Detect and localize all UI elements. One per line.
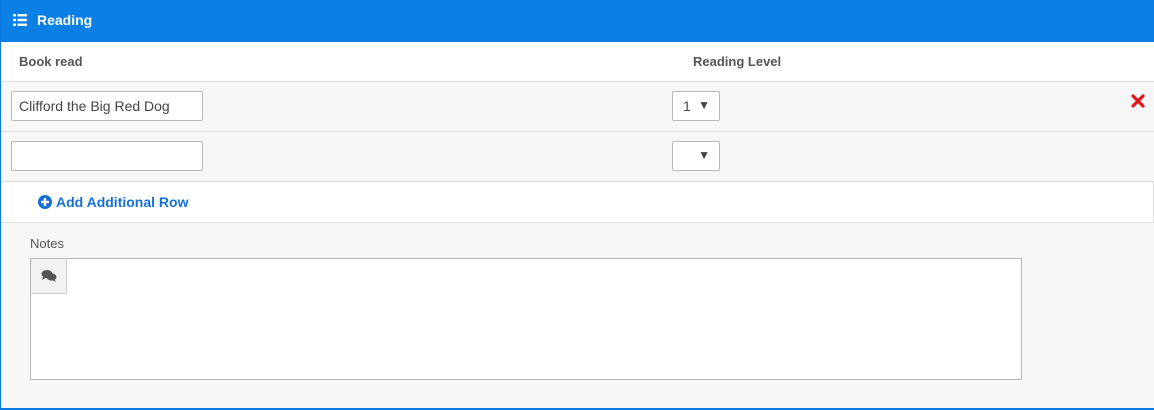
table-row: ▼ xyxy=(1,132,1154,182)
notes-textarea[interactable] xyxy=(30,258,1022,380)
section-title: Reading xyxy=(37,12,93,28)
table-header: Book read Reading Level xyxy=(1,42,1154,82)
chevron-down-icon: ▼ xyxy=(698,98,710,112)
column-header-book: Book read xyxy=(19,54,83,69)
reading-level-select[interactable]: ▼ xyxy=(672,141,720,171)
notes-label: Notes xyxy=(30,236,64,251)
reading-panel: Reading Book read Reading Level 1 ▼ ▼ Ad… xyxy=(0,0,1154,410)
reading-level-select[interactable]: 1 ▼ xyxy=(672,91,720,121)
comments-button[interactable] xyxy=(31,259,67,294)
table-row: 1 ▼ xyxy=(1,82,1154,132)
x-icon[interactable] xyxy=(1130,93,1146,109)
comments-icon xyxy=(41,270,57,282)
list-icon xyxy=(13,14,27,26)
book-input[interactable] xyxy=(11,91,203,121)
plus-circle-icon xyxy=(38,195,52,209)
book-input[interactable] xyxy=(11,141,203,171)
section-header: Reading xyxy=(1,0,1154,42)
add-row-label: Add Additional Row xyxy=(56,194,189,210)
reading-level-value: 1 xyxy=(683,98,691,114)
add-row-button[interactable]: Add Additional Row xyxy=(1,182,1154,223)
notes-section: Notes xyxy=(1,223,1154,408)
column-header-level: Reading Level xyxy=(693,54,782,69)
chevron-down-icon: ▼ xyxy=(698,148,710,162)
